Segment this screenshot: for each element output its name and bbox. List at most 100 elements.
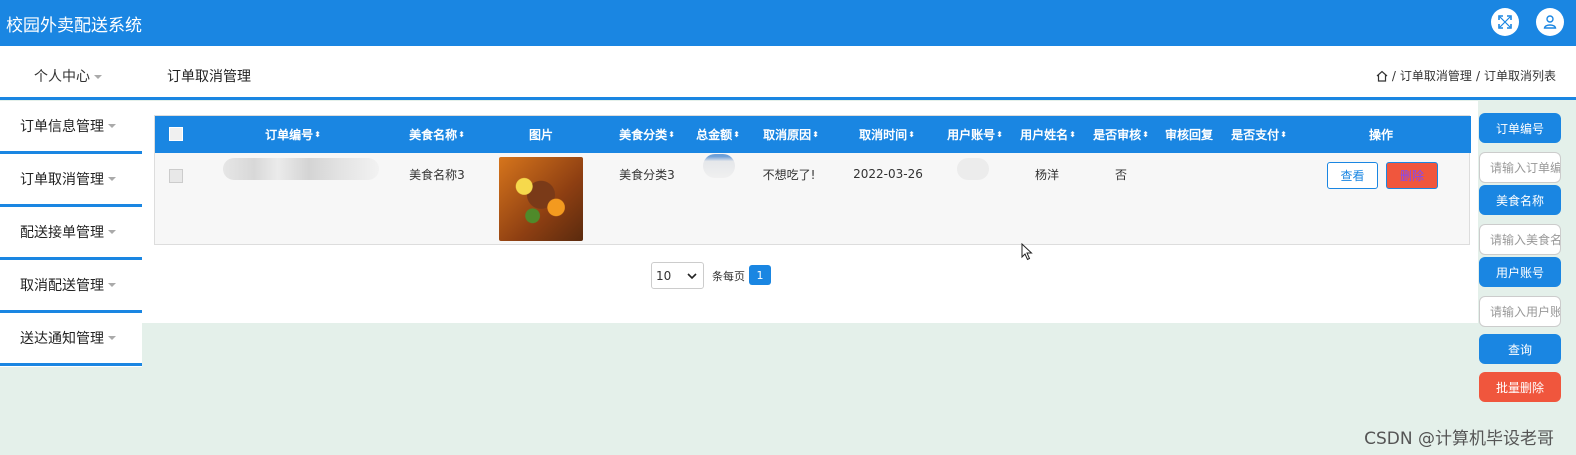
- user-center-label: 个人中心: [34, 69, 90, 85]
- breadcrumb-item: 订单取消列表: [1483, 69, 1556, 83]
- breadcrumb-item[interactable]: 订单取消管理: [1400, 67, 1472, 84]
- column-header[interactable]: 订单编号 ⬍: [253, 116, 333, 153]
- column-header: 审核回复: [1157, 116, 1221, 153]
- sort-icon: ⬍: [812, 130, 819, 139]
- column-header: 操作: [1351, 116, 1411, 153]
- column-header-label: 用户姓名: [1020, 128, 1069, 142]
- mouse-cursor-icon: [1021, 243, 1033, 261]
- page-title: 订单取消管理: [167, 69, 251, 85]
- column-header-label: 美食名称: [409, 128, 458, 142]
- page-size-select[interactable]: 10: [651, 262, 704, 289]
- per-page-label: 条每页: [712, 270, 745, 283]
- column-header-label: 是否审核: [1093, 128, 1142, 142]
- food-image: [499, 157, 583, 241]
- sidebar-item-label: 订单取消管理: [20, 172, 104, 188]
- sort-icon: ⬍: [996, 130, 1003, 139]
- user-icon: [1543, 15, 1557, 29]
- sort-icon: ⬍: [458, 130, 465, 139]
- cancel-time-cell: 2022-03-26: [853, 167, 923, 181]
- delete-button[interactable]: 删除: [1386, 162, 1438, 189]
- home-icon[interactable]: [1376, 70, 1388, 82]
- chevron-down-icon: [108, 336, 116, 340]
- chevron-down-icon: [94, 75, 102, 79]
- fullscreen-button[interactable]: [1491, 8, 1519, 36]
- fullscreen-icon: [1498, 15, 1512, 29]
- column-header-label: 是否支付: [1231, 128, 1280, 142]
- sidebar-item-order-cancel[interactable]: 订单取消管理: [0, 154, 142, 207]
- sort-icon: ⬍: [314, 130, 321, 139]
- user-center-menu[interactable]: 个人中心: [34, 66, 102, 86]
- food-name-input[interactable]: 请输入美食名称: [1479, 224, 1561, 255]
- sort-icon: ⬍: [1142, 130, 1149, 139]
- order-number-cell: [223, 158, 379, 180]
- sidebar-item-order-info[interactable]: 订单信息管理: [0, 101, 142, 154]
- breadcrumb: / 订单取消管理 / 订单取消列表: [1376, 67, 1556, 84]
- select-all-checkbox[interactable]: [169, 127, 183, 141]
- sidebar: 订单信息管理 订单取消管理 配送接单管理 取消配送管理 送达通知管理: [0, 101, 142, 367]
- column-header[interactable]: 总金额 ⬍: [691, 116, 745, 153]
- table-header: 订单编号 ⬍ 美食名称 ⬍ 图片 美食分类 ⬍ 总金额 ⬍ 取消原因 ⬍ 取消时间 ⬍ 用户…: [155, 116, 1471, 153]
- sort-icon: ⬍: [1069, 130, 1076, 139]
- breadcrumb-separator: /: [1391, 68, 1396, 83]
- batch-delete-button[interactable]: 批量删除: [1479, 372, 1561, 402]
- user-menu-button[interactable]: [1536, 8, 1564, 36]
- column-header[interactable]: 美食名称 ⬍: [397, 116, 477, 153]
- sort-icon: ⬍: [668, 130, 675, 139]
- sidebar-item-delivery-cancel[interactable]: 取消配送管理: [0, 260, 142, 313]
- sidebar-item-label: 送达通知管理: [20, 331, 104, 347]
- view-button[interactable]: 查看: [1327, 162, 1378, 189]
- chevron-down-icon: [108, 124, 116, 128]
- page-size-value: 10: [656, 268, 672, 283]
- column-header-label: 取消原因: [763, 128, 812, 142]
- data-table: 订单编号 ⬍ 美食名称 ⬍ 图片 美食分类 ⬍ 总金额 ⬍ 取消原因 ⬍ 取消时间 ⬍ 用户…: [154, 115, 1471, 245]
- chevron-down-icon: [108, 283, 116, 287]
- column-header[interactable]: 取消时间 ⬍: [847, 116, 927, 153]
- sidebar-item-label: 配送接单管理: [20, 225, 104, 241]
- row-checkbox[interactable]: [169, 169, 183, 183]
- column-header[interactable]: 美食分类 ⬍: [607, 116, 687, 153]
- sidebar-item-delivery-accept[interactable]: 配送接单管理: [0, 207, 142, 260]
- chevron-down-icon: [687, 272, 697, 279]
- reviewed-cell: 否: [1114, 167, 1127, 182]
- column-header[interactable]: 是否审核 ⬍: [1081, 116, 1161, 153]
- user-account-label: 用户账号: [1479, 257, 1561, 287]
- column-header-label: 操作: [1368, 128, 1393, 142]
- column-header-label: 总金额: [696, 128, 733, 142]
- column-header-label: 订单编号: [265, 128, 314, 142]
- query-button[interactable]: 查询: [1479, 334, 1561, 364]
- column-header[interactable]: 用户姓名 ⬍: [1008, 116, 1088, 153]
- total-amount-cell: [703, 154, 735, 178]
- column-header[interactable]: 取消原因 ⬍: [751, 116, 831, 153]
- food-name-cell: 美食名称3: [409, 167, 465, 182]
- cancel-reason-cell: 不想吃了!: [762, 167, 816, 182]
- user-account-cell: [957, 158, 989, 180]
- user-account-input[interactable]: 请输入用户账号: [1479, 296, 1561, 327]
- top-bar: 校园外卖配送系统: [0, 0, 1576, 46]
- review-reply-cell: [1157, 164, 1221, 184]
- page-button-current[interactable]: 1: [749, 265, 771, 285]
- chevron-down-icon: [108, 230, 116, 234]
- column-header-label: 用户账号: [947, 128, 996, 142]
- food-category-cell: 美食分类3: [619, 167, 675, 182]
- chevron-down-icon: [108, 177, 116, 181]
- column-header: 图片: [505, 116, 577, 153]
- breadcrumb-separator: /: [1475, 68, 1480, 83]
- column-header-label: 审核回复: [1164, 128, 1213, 142]
- sub-header: 个人中心 订单取消管理 / 订单取消管理 / 订单取消列表: [0, 46, 1576, 100]
- food-name-label: 美食名称: [1479, 185, 1561, 215]
- order-number-input[interactable]: 请输入订单编号: [1479, 152, 1561, 183]
- app-title: 校园外卖配送系统: [6, 16, 142, 36]
- sidebar-item-label: 取消配送管理: [20, 278, 104, 294]
- watermark: CSDN @计算机毕设老哥: [1364, 429, 1554, 449]
- column-header-label: 取消时间: [859, 128, 908, 142]
- column-header[interactable]: 是否支付 ⬍: [1219, 116, 1299, 153]
- user-name-cell: 杨洋: [1034, 167, 1059, 182]
- sort-icon: ⬍: [908, 130, 915, 139]
- sidebar-item-label: 订单信息管理: [20, 119, 104, 135]
- sort-icon: ⬍: [733, 130, 740, 139]
- order-number-label: 订单编号: [1479, 113, 1561, 143]
- column-header[interactable]: 用户账号 ⬍: [935, 116, 1015, 153]
- column-header-label: 图片: [528, 128, 553, 142]
- sort-icon: ⬍: [1280, 130, 1287, 139]
- sidebar-item-delivery-notice[interactable]: 送达通知管理: [0, 313, 142, 366]
